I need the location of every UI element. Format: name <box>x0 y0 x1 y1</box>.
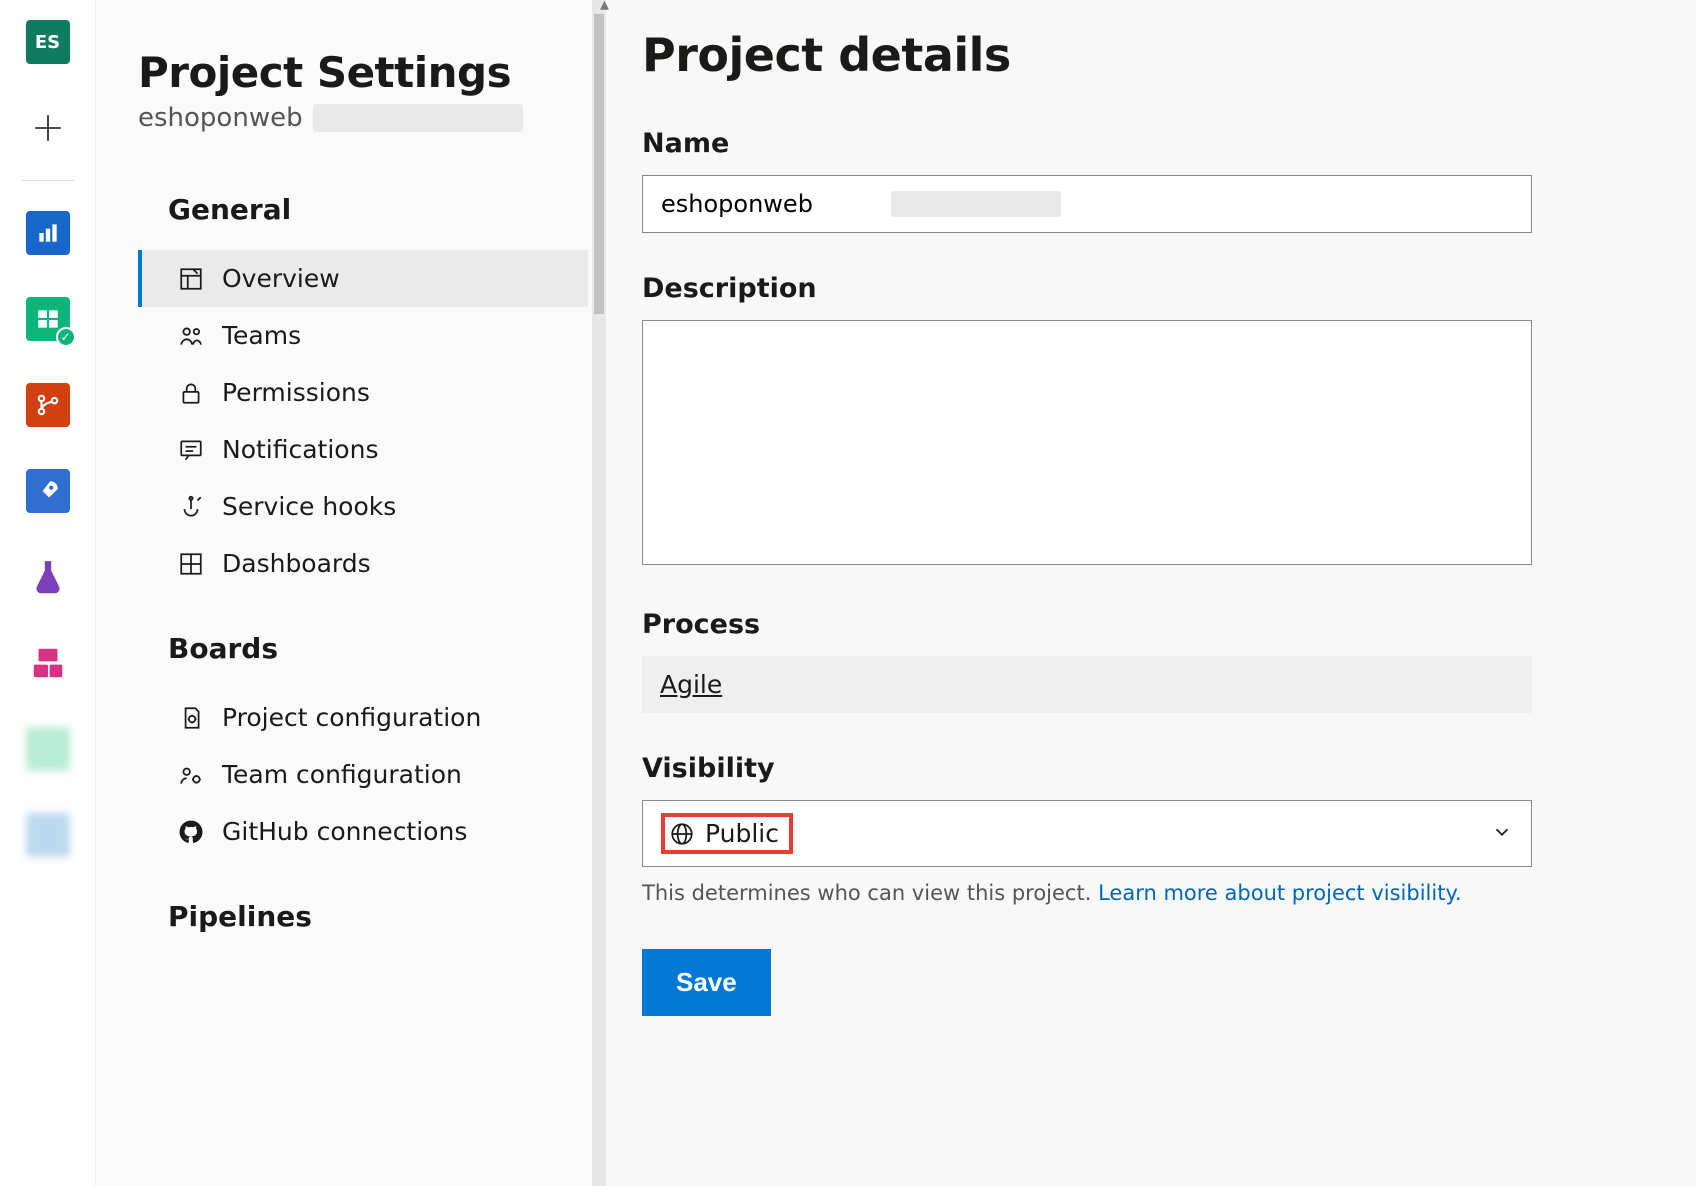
page-title: Project details <box>642 28 1636 82</box>
blur-icon <box>26 813 70 857</box>
name-input-field[interactable] <box>661 190 881 218</box>
teamgear-icon <box>178 762 204 788</box>
sidebar-item-label: Permissions <box>222 378 370 407</box>
name-input[interactable] <box>642 175 1532 233</box>
rail-divider <box>22 180 74 181</box>
gearpage-icon <box>178 705 204 731</box>
name-label: Name <box>642 128 1636 159</box>
process-link[interactable]: Agile <box>660 670 722 699</box>
sidebar-item-label: Notifications <box>222 435 378 464</box>
globe-icon <box>669 821 695 847</box>
visibility-highlight: Public <box>661 813 793 854</box>
redacted-text <box>891 191 1061 217</box>
visibility-select[interactable]: Public <box>642 800 1532 867</box>
overview-icon <box>178 266 204 292</box>
hook-icon <box>178 494 204 520</box>
sidebar-item-overview[interactable]: Overview <box>138 250 588 307</box>
sidebar-item-label: GitHub connections <box>222 817 467 846</box>
overview-rail-tile[interactable] <box>24 209 72 257</box>
github-icon <box>178 819 204 845</box>
rocket-icon <box>26 469 70 513</box>
add-project-button[interactable] <box>24 104 72 152</box>
group-header-general: General <box>168 193 588 226</box>
global-nav-rail: ES ✓ <box>0 0 96 1186</box>
visibility-learn-more-link[interactable]: Learn more about project visibility. <box>1098 881 1461 905</box>
project-tile[interactable]: ES <box>24 18 72 66</box>
teams-icon <box>178 323 204 349</box>
save-button[interactable]: Save <box>642 949 771 1016</box>
artifacts-rail-tile[interactable] <box>24 639 72 687</box>
description-label: Description <box>642 273 1636 304</box>
sidebar-item-label: Dashboards <box>222 549 371 578</box>
faded-tile-1[interactable] <box>24 725 72 773</box>
blur-icon <box>26 727 70 771</box>
repos-rail-tile[interactable] <box>24 381 72 429</box>
check-badge-icon: ✓ <box>56 327 76 347</box>
chat-icon <box>178 437 204 463</box>
sidebar-item-notifications[interactable]: Notifications <box>138 421 588 478</box>
scroll-up-icon: ▴ <box>600 0 609 15</box>
boards-rail-tile[interactable]: ✓ <box>24 295 72 343</box>
plus-icon <box>31 111 65 145</box>
project-name-prefix: eshoponweb <box>138 103 303 133</box>
scrollbar-thumb[interactable] <box>594 14 604 314</box>
sidebar-item-teams[interactable]: Teams <box>138 307 588 364</box>
sidebar-item-label: Team configuration <box>222 760 462 789</box>
sidebar-item-label: Overview <box>222 264 340 293</box>
branch-icon <box>26 383 70 427</box>
sidebar-item-permissions[interactable]: Permissions <box>138 364 588 421</box>
sidebar-item-project-config[interactable]: Project configuration <box>138 689 588 746</box>
visibility-label: Visibility <box>642 753 1636 784</box>
project-name-subtitle: eshoponweb <box>138 103 588 133</box>
group-header-pipelines: Pipelines <box>168 900 588 933</box>
boxes-icon <box>26 641 70 685</box>
description-input[interactable] <box>642 320 1532 565</box>
visibility-value: Public <box>705 819 779 848</box>
visibility-help-text: This determines who can view this projec… <box>642 881 1636 905</box>
process-label: Process <box>642 609 1636 640</box>
sidebar-item-dashboards[interactable]: Dashboards <box>138 535 588 592</box>
pipelines-rail-tile[interactable] <box>24 467 72 515</box>
sidebar-item-github[interactable]: GitHub connections <box>138 803 588 860</box>
flask-icon <box>26 555 70 599</box>
sidebar-item-label: Teams <box>222 321 301 350</box>
project-details-panel: Project details Name Description Process… <box>606 0 1696 1186</box>
sidebar-item-label: Service hooks <box>222 492 396 521</box>
chevron-down-icon <box>1491 817 1513 850</box>
sidebar-item-label: Project configuration <box>222 703 481 732</box>
process-value-row: Agile <box>642 656 1532 713</box>
dashboard-icon <box>178 551 204 577</box>
lock-icon <box>178 380 204 406</box>
sidebar-item-team-config[interactable]: Team configuration <box>138 746 588 803</box>
group-header-boards: Boards <box>168 632 588 665</box>
redacted-text <box>313 104 523 132</box>
project-initials: ES <box>26 20 70 64</box>
scrollbar[interactable]: ▴ <box>592 0 606 1186</box>
visibility-help-prefix: This determines who can view this projec… <box>642 881 1098 905</box>
sidebar-title: Project Settings <box>138 48 588 97</box>
sidebar-item-service-hooks[interactable]: Service hooks <box>138 478 588 535</box>
faded-tile-2[interactable] <box>24 811 72 859</box>
chart-icon <box>26 211 70 255</box>
test-plans-rail-tile[interactable] <box>24 553 72 601</box>
settings-sidebar: Project Settings eshoponweb General Over… <box>96 0 606 1186</box>
